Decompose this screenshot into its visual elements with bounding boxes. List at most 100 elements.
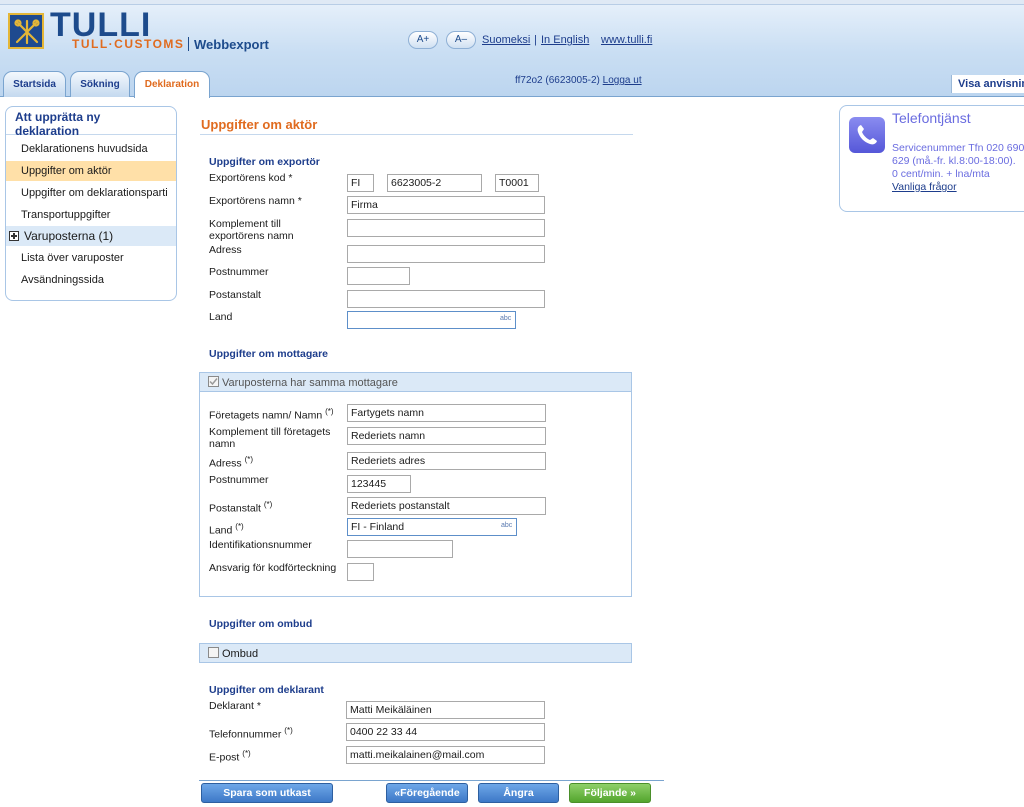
consignee-postcode-input[interactable] bbox=[347, 475, 411, 493]
required-mark: (*) bbox=[284, 726, 293, 735]
logo-divider bbox=[188, 37, 189, 51]
button-bar-divider bbox=[199, 780, 664, 781]
sidebar-item-label: Varuposterna (1) bbox=[24, 229, 114, 243]
exporter-code-country-input[interactable] bbox=[347, 174, 374, 192]
exporter-address-input[interactable] bbox=[347, 245, 545, 263]
tab-sokning[interactable]: Sökning bbox=[70, 71, 130, 97]
exporter-postcode-label: Postnummer bbox=[209, 266, 269, 278]
app-name: Webbexport bbox=[194, 37, 269, 52]
sidebar-item-actor[interactable]: Uppgifter om aktör bbox=[6, 161, 176, 181]
site-link[interactable]: www.tulli.fi bbox=[601, 34, 652, 46]
phone-line-1: Servicenummer Tfn 020 690 bbox=[892, 142, 1024, 154]
session-info: ff72o2 (6623005-2) Logga ut bbox=[515, 75, 642, 86]
page-title: Uppgifter om aktör bbox=[201, 117, 318, 132]
sidebar-item-goods-items[interactable]: Varuposterna (1) bbox=[6, 226, 176, 246]
exporter-city-input[interactable] bbox=[347, 290, 545, 308]
consignee-country-label: Land (*) bbox=[209, 522, 244, 537]
consignee-resp-label: Ansvarig för kodförteckning bbox=[209, 562, 337, 574]
exporter-code-label: Exportörens kod * bbox=[209, 172, 293, 184]
required-mark: (*) bbox=[244, 455, 254, 464]
required-mark: (*) bbox=[263, 500, 273, 509]
exporter-city-label: Postanstalt bbox=[209, 289, 261, 301]
consignee-city-input[interactable] bbox=[347, 497, 546, 515]
next-button[interactable]: Följande » bbox=[569, 783, 651, 803]
save-draft-button[interactable]: Spara som utkast bbox=[201, 783, 333, 803]
required-mark: (*) bbox=[325, 407, 334, 416]
logo-subtitle: TULL·CUSTOMS bbox=[72, 37, 185, 51]
consignee-complement-label: Komplement till företagets namn bbox=[209, 426, 331, 450]
consignee-postcode-label: Postnummer bbox=[209, 474, 269, 486]
declarant-email-input[interactable] bbox=[346, 746, 545, 764]
faq-link[interactable]: Vanliga frågor bbox=[892, 181, 957, 193]
sidebar: Att upprätta ny deklaration Deklaratione… bbox=[5, 106, 177, 301]
required-mark: (*) bbox=[235, 522, 244, 531]
declarant-name-input[interactable] bbox=[346, 701, 545, 719]
declarant-name-label: Deklarant * bbox=[209, 700, 261, 712]
exporter-country-input[interactable] bbox=[347, 311, 516, 329]
logout-link[interactable]: Logga ut bbox=[603, 75, 642, 86]
sidebar-item-send[interactable]: Avsändningssida bbox=[6, 270, 176, 290]
consignee-address-label: Adress (*) bbox=[209, 455, 254, 470]
exporter-name-input[interactable] bbox=[347, 196, 545, 214]
exporter-name-label: Exportörens namn * bbox=[209, 195, 302, 207]
customs-emblem-icon bbox=[8, 13, 44, 49]
exporter-heading: Uppgifter om exportör bbox=[209, 156, 320, 168]
exporter-complement-input[interactable] bbox=[347, 219, 545, 237]
spellcheck-icon: abc bbox=[500, 315, 512, 322]
consignee-company-label: Företagets namn/ Namn (*) bbox=[209, 407, 334, 422]
font-decrease-button[interactable]: A– bbox=[446, 31, 476, 49]
consignee-id-label: Identifikationsnummer bbox=[209, 539, 312, 551]
declarant-phone-input[interactable] bbox=[346, 723, 545, 741]
agent-heading: Uppgifter om ombud bbox=[209, 618, 313, 630]
phone-line-3: 0 cent/min. + lna/mta bbox=[892, 168, 990, 180]
same-consignee-label: Varuposterna har samma mottagare bbox=[222, 377, 398, 389]
spellcheck-icon: abc bbox=[501, 522, 513, 529]
exporter-address-label: Adress bbox=[209, 244, 242, 256]
consignee-company-input[interactable] bbox=[347, 404, 546, 422]
window-top-strip bbox=[0, 0, 1024, 5]
consignee-country-input[interactable] bbox=[347, 518, 517, 536]
exporter-code-number-input[interactable] bbox=[387, 174, 482, 192]
header: TULLI TULL·CUSTOMS Webbexport A+ A– Suom… bbox=[0, 0, 1024, 98]
exporter-country-label: Land bbox=[209, 311, 233, 323]
show-instructions-button[interactable]: Visa anvisning bbox=[951, 75, 1024, 93]
exporter-code-suffix-input[interactable] bbox=[495, 174, 539, 192]
same-consignee-checkbox[interactable] bbox=[208, 376, 219, 387]
sidebar-title: Att upprätta ny deklaration bbox=[6, 107, 176, 138]
phone-handset-icon bbox=[857, 125, 877, 145]
exporter-complement-label: Komplement till exportörens namn bbox=[209, 218, 294, 242]
declarant-heading: Uppgifter om deklarant bbox=[209, 684, 324, 696]
consignee-heading: Uppgifter om mottagare bbox=[209, 348, 329, 360]
agent-checkbox[interactable] bbox=[208, 647, 219, 658]
session-user: ff72o2 (6623005-2) bbox=[515, 75, 600, 86]
declarant-phone-label: Telefonnummer (*) bbox=[209, 726, 293, 741]
consignee-id-input[interactable] bbox=[347, 540, 453, 558]
consignee-address-input[interactable] bbox=[347, 452, 546, 470]
sidebar-item-main-page[interactable]: Deklarationens huvudsida bbox=[6, 139, 176, 159]
tab-deklaration[interactable]: Deklaration bbox=[134, 71, 210, 98]
previous-button[interactable]: «Föregående bbox=[386, 783, 468, 803]
consignee-resp-input[interactable] bbox=[347, 563, 374, 581]
lang-english-link[interactable]: In English bbox=[541, 34, 589, 46]
agent-bar bbox=[199, 643, 632, 663]
required-mark: (*) bbox=[242, 749, 251, 758]
sidebar-item-consignment[interactable]: Uppgifter om deklarationsparti bbox=[6, 183, 176, 203]
tab-startsida[interactable]: Startsida bbox=[3, 71, 66, 97]
agent-checkbox-label: Ombud bbox=[222, 648, 259, 660]
phone-icon bbox=[849, 117, 885, 153]
title-divider bbox=[200, 134, 633, 135]
lang-finnish-link[interactable]: Suomeksi bbox=[482, 34, 530, 46]
font-increase-button[interactable]: A+ bbox=[408, 31, 438, 49]
exporter-postcode-input[interactable] bbox=[347, 267, 410, 285]
phone-title: Telefontjänst bbox=[892, 110, 971, 126]
checkmark-icon bbox=[209, 378, 218, 386]
lang-separator: | bbox=[534, 34, 537, 46]
consignee-complement-input[interactable] bbox=[347, 427, 546, 445]
phone-line-2: 629 (må.-fr. kl.8:00-18:00). bbox=[892, 155, 1016, 167]
consignee-city-label: Postanstalt (*) bbox=[209, 500, 273, 515]
sidebar-item-transport[interactable]: Transportuppgifter bbox=[6, 205, 176, 225]
expand-icon[interactable] bbox=[9, 231, 19, 241]
declarant-email-label: E-post (*) bbox=[209, 749, 251, 764]
undo-button[interactable]: Ångra bbox=[478, 783, 559, 803]
sidebar-item-goods-list[interactable]: Lista över varuposter bbox=[6, 248, 176, 268]
